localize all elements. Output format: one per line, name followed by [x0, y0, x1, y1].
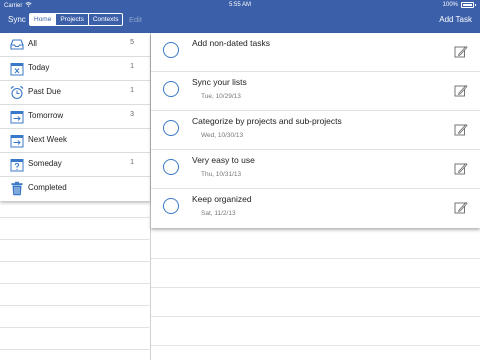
- task-title: Very easy to use: [192, 155, 255, 165]
- sidebar-item-count: 1: [130, 87, 134, 94]
- filter-list: All 5 Today 1 Past Due 1 Tomorrow 3 Next…: [0, 33, 150, 201]
- task-title: Keep organized: [192, 194, 252, 204]
- edit-note-icon[interactable]: [454, 84, 468, 97]
- task-title: Sync your lists: [192, 77, 247, 87]
- sidebar-item-count: 1: [130, 159, 134, 166]
- sidebar: All 5 Today 1 Past Due 1 Tomorrow 3 Next…: [0, 33, 151, 360]
- calendar-arrow-icon: [10, 135, 24, 148]
- task-row[interactable]: Sync your lists Tue, 10/29/13: [151, 72, 480, 111]
- sidebar-item-label: Someday: [28, 159, 62, 168]
- tab-projects[interactable]: Projects: [55, 14, 87, 25]
- task-due-date: Sat, 11/2/13: [201, 210, 236, 217]
- task-title: Add non-dated tasks: [192, 38, 270, 48]
- sidebar-item-count: 1: [130, 63, 134, 70]
- task-panel: Add non-dated tasks Sync your lists Tue,…: [151, 33, 480, 360]
- alarm-clock-icon: [10, 85, 24, 100]
- sidebar-item-label: Past Due: [28, 87, 61, 96]
- calendar-question-icon: [10, 159, 24, 172]
- battery-icon: [461, 2, 476, 8]
- task-row[interactable]: Add non-dated tasks: [151, 33, 480, 72]
- sidebar-item-label: Next Week: [28, 135, 67, 144]
- sidebar-item-label: All: [28, 39, 37, 48]
- task-due-date: Tue, 10/29/13: [201, 93, 241, 100]
- task-due-date: Wed, 10/30/13: [201, 132, 244, 139]
- task-row[interactable]: Very easy to use Thu, 10/31/13: [151, 150, 480, 189]
- task-title: Categorize by projects and sub-projects: [192, 116, 342, 126]
- navigation-bar: Carrier 5:55 AM 100% Sync Home Projects …: [0, 0, 480, 33]
- edit-note-icon[interactable]: [454, 201, 468, 214]
- sidebar-item-next-week[interactable]: Next Week: [0, 129, 150, 153]
- view-segmented-control: Home Projects Contexts: [29, 13, 124, 26]
- edit-button[interactable]: Edit: [129, 15, 142, 24]
- edit-note-icon[interactable]: [454, 45, 468, 58]
- sidebar-item-past-due[interactable]: Past Due 1: [0, 81, 150, 105]
- sidebar-item-label: Tomorrow: [28, 111, 64, 120]
- add-task-button[interactable]: Add Task: [439, 15, 472, 24]
- tab-contexts[interactable]: Contexts: [87, 14, 123, 25]
- task-complete-checkbox[interactable]: [163, 42, 179, 58]
- task-row[interactable]: Categorize by projects and sub-projects …: [151, 111, 480, 150]
- calendar-arrow-icon: [10, 111, 24, 124]
- trash-icon: [11, 181, 23, 196]
- sidebar-item-all[interactable]: All 5: [0, 33, 150, 57]
- sidebar-item-label: Completed: [28, 183, 67, 192]
- task-complete-checkbox[interactable]: [163, 159, 179, 175]
- sidebar-empty-rows: [0, 196, 151, 360]
- task-due-date: Thu, 10/31/13: [201, 171, 242, 178]
- task-list: Add non-dated tasks Sync your lists Tue,…: [151, 33, 480, 228]
- task-complete-checkbox[interactable]: [163, 198, 179, 214]
- sidebar-item-today[interactable]: Today 1: [0, 57, 150, 81]
- sidebar-item-label: Today: [28, 63, 50, 72]
- battery-percent: 100%: [442, 2, 458, 8]
- task-complete-checkbox[interactable]: [163, 120, 179, 136]
- sidebar-item-tomorrow[interactable]: Tomorrow 3: [0, 105, 150, 129]
- tab-home[interactable]: Home: [30, 14, 56, 25]
- sidebar-item-someday[interactable]: Someday 1: [0, 153, 150, 177]
- task-empty-rows: [151, 230, 480, 360]
- sidebar-item-count: 3: [130, 111, 134, 118]
- sync-button[interactable]: Sync: [8, 15, 26, 24]
- calendar-x-icon: [10, 63, 24, 76]
- edit-note-icon[interactable]: [454, 162, 468, 175]
- battery-level: [463, 4, 472, 6]
- clock: 5:55 AM: [228, 2, 251, 8]
- status-bar: Carrier 5:55 AM 100%: [0, 0, 480, 11]
- sidebar-item-count: 5: [130, 39, 134, 46]
- task-row[interactable]: Keep organized Sat, 11/2/13: [151, 189, 480, 228]
- inbox-icon: [10, 39, 24, 50]
- task-complete-checkbox[interactable]: [163, 81, 179, 97]
- edit-note-icon[interactable]: [454, 123, 468, 136]
- sidebar-item-completed[interactable]: Completed: [0, 177, 150, 201]
